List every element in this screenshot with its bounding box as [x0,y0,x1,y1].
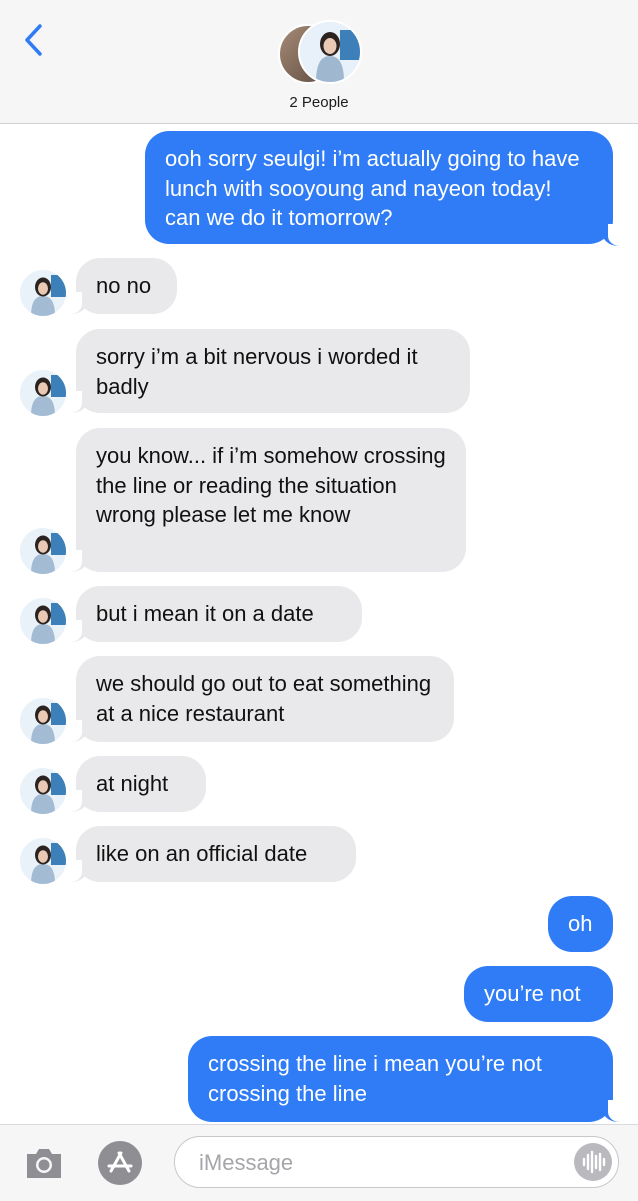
bubble-tail [66,860,88,882]
incoming-message[interactable]: like on an official date [76,826,356,882]
outgoing-message[interactable]: you’re not [464,966,613,1022]
conversation-header: 2 People [0,0,638,124]
incoming-message[interactable]: you know... if i’m somehow crossing the … [76,428,466,572]
message-input[interactable]: iMessage [174,1136,619,1188]
bubble-tail [66,550,88,572]
outgoing-message[interactable]: crossing the line i mean you’re not cros… [188,1036,613,1122]
chevron-left-icon[interactable] [18,20,52,60]
avatar [20,370,66,416]
incoming-message[interactable]: but i mean it on a date [76,586,362,642]
incoming-message[interactable]: no no [76,258,177,314]
incoming-message[interactable]: at night [76,756,206,812]
audio-waveform-icon[interactable] [574,1143,612,1181]
outgoing-message[interactable]: ooh sorry seulgi! i’m actually going to … [145,131,613,244]
avatar [298,20,362,84]
avatar [20,598,66,644]
bubble-tail [66,391,88,413]
bubble-tail [602,1100,624,1122]
conversation-title[interactable]: 2 People [0,94,638,111]
app-store-icon[interactable] [97,1140,143,1186]
incoming-message[interactable]: we should go out to eat something at a n… [76,656,454,742]
avatar [20,698,66,744]
message-input-placeholder: iMessage [199,1150,294,1175]
avatar [20,838,66,884]
incoming-message[interactable]: sorry i’m a bit nervous i worded it badl… [76,329,470,413]
avatar [20,270,66,316]
camera-icon[interactable] [24,1145,64,1181]
bubble-tail [66,292,88,314]
bubble-tail [602,224,624,246]
group-avatar[interactable] [278,20,362,84]
bubble-tail [66,720,88,742]
avatar [20,768,66,814]
bubble-tail [66,620,88,642]
outgoing-message[interactable]: oh [548,896,613,952]
bubble-tail [66,790,88,812]
avatar [20,528,66,574]
message-input-bar: iMessage [0,1124,638,1201]
